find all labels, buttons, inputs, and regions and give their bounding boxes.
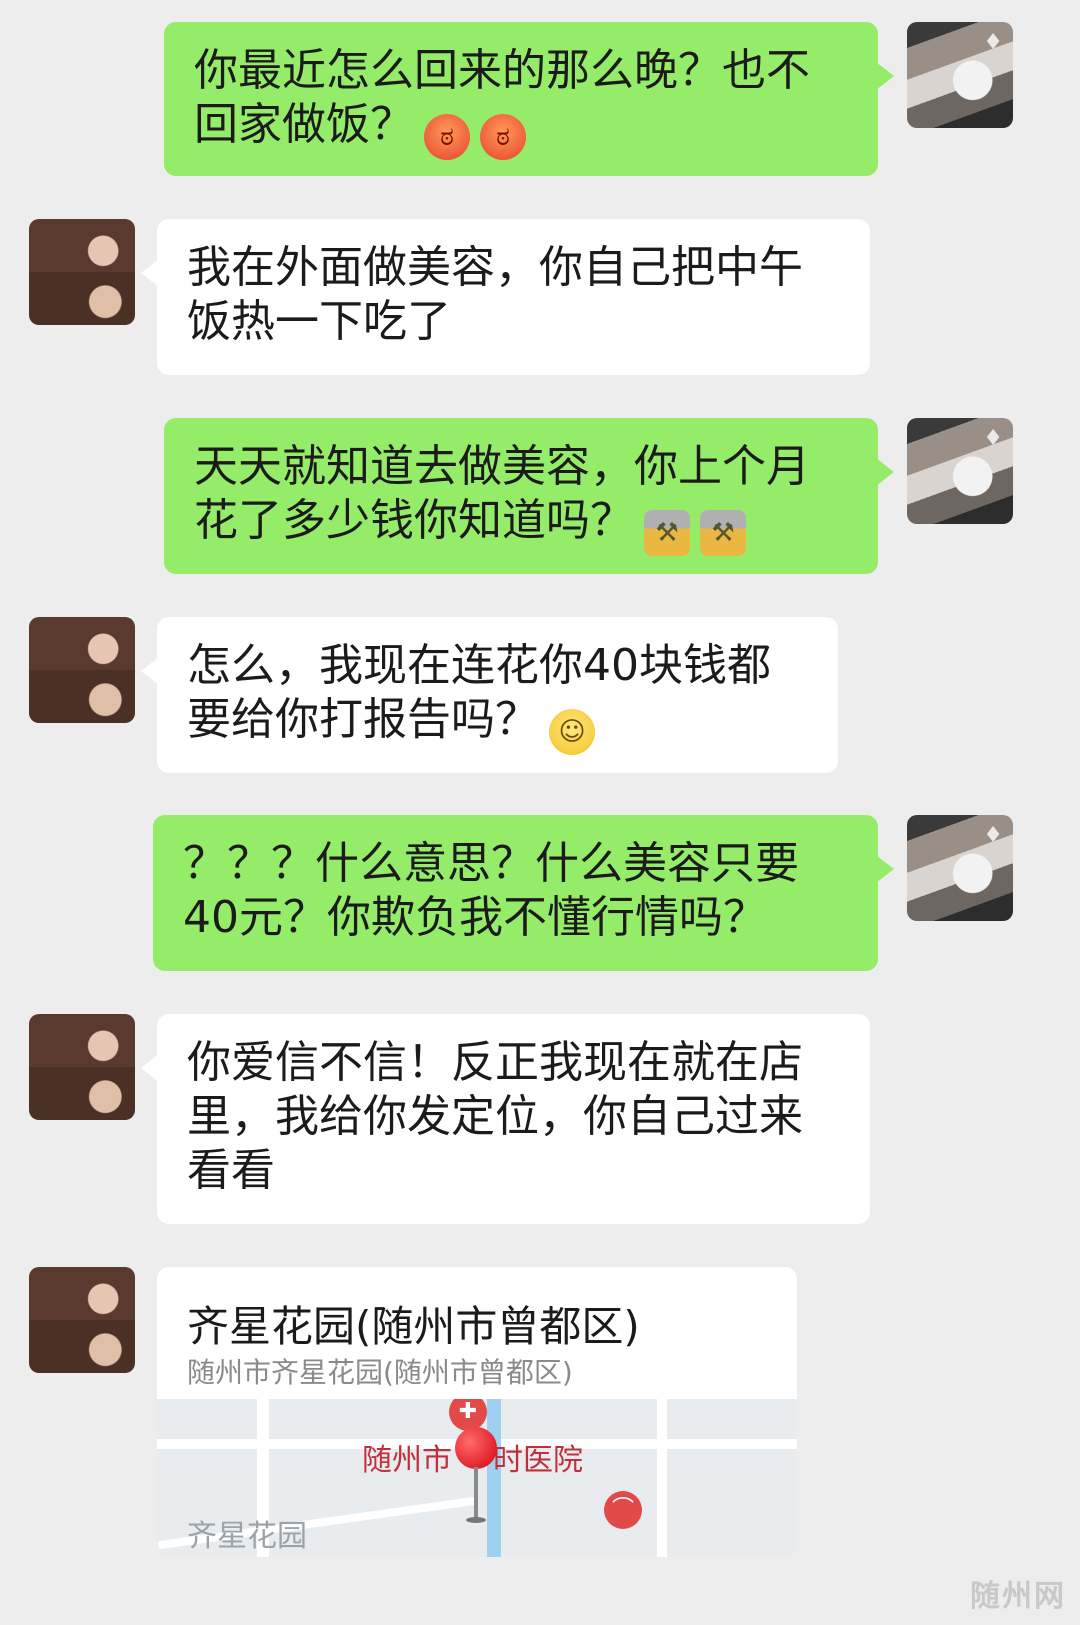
contact-avatar[interactable] — [29, 219, 135, 325]
chat-bubble-sent[interactable]: 你最近怎么回来的那么晚？也不回家做饭？ ಠ ಠ — [164, 22, 894, 176]
smile-emoji: ☺ — [549, 709, 595, 755]
contact-avatar[interactable] — [29, 617, 135, 723]
location-pin-icon — [455, 1427, 497, 1469]
chat-bubble-sent[interactable]: ？？？什么意思？什么美容只要40元？你欺负我不懂行情吗？ — [153, 815, 894, 971]
watermark: 随州网 — [970, 1579, 1066, 1614]
hammer-emoji: ⚒ — [644, 510, 690, 556]
angry-face-emoji: ಠ — [480, 114, 526, 160]
location-address: 随州市齐星花园(随州市曾都区) — [187, 1356, 573, 1389]
my-avatar[interactable]: ♦ — [907, 22, 1013, 128]
hospital-icon: ✚ — [449, 1399, 487, 1431]
message-text: 我在外面做美容，你自己把中午饭热一下吃了 — [187, 242, 803, 347]
angry-face-emoji: ಠ — [424, 114, 470, 160]
map-label-hospital-suffix: 时医院 — [493, 1443, 583, 1478]
chat-bubble-received[interactable]: 你爱信不信！反正我现在就在店里，我给你发定位，你自己过来看看 — [141, 1014, 870, 1224]
location-title: 齐星花园(随州市曾都区) — [187, 1302, 640, 1351]
message-text: 怎么，我现在连花你40块钱都要给你打报告吗？ — [187, 640, 771, 745]
my-avatar[interactable]: ♦ — [907, 418, 1013, 524]
my-avatar[interactable]: ♦ — [907, 815, 1013, 921]
contact-avatar[interactable] — [29, 1014, 135, 1120]
chat-bubble-received[interactable]: 我在外面做美容，你自己把中午饭热一下吃了 — [141, 219, 870, 375]
location-pin-stick — [474, 1467, 478, 1519]
message-text: ？？？什么意思？什么美容只要40元？你欺负我不懂行情吗？ — [183, 838, 799, 943]
map-road — [657, 1399, 667, 1557]
location-pin-base — [466, 1517, 486, 1523]
map-label-hospital: 随州市 — [362, 1443, 452, 1478]
chat-bubble-received[interactable]: 怎么，我现在连花你40块钱都要给你打报告吗？ ☺ — [141, 617, 838, 773]
map-preview[interactable]: ✚ 随州市 时医院 ⌒ 齐星花园 — [157, 1399, 797, 1557]
map-label-garden: 齐星花园 — [187, 1519, 307, 1554]
message-text: 你爱信不信！反正我现在就在店里，我给你发定位，你自己过来看看 — [187, 1037, 803, 1196]
chat-bubble-sent[interactable]: 天天就知道去做美容，你上个月花了多少钱你知道吗？ ⚒ ⚒ — [164, 418, 894, 574]
location-card[interactable]: 齐星花园(随州市曾都区) 随州市齐星花园(随州市曾都区) ✚ 随州市 时医院 ⌒… — [157, 1267, 797, 1557]
contact-avatar[interactable] — [29, 1267, 135, 1373]
landmark-icon: ⌒ — [604, 1491, 642, 1529]
hammer-emoji: ⚒ — [700, 510, 746, 556]
